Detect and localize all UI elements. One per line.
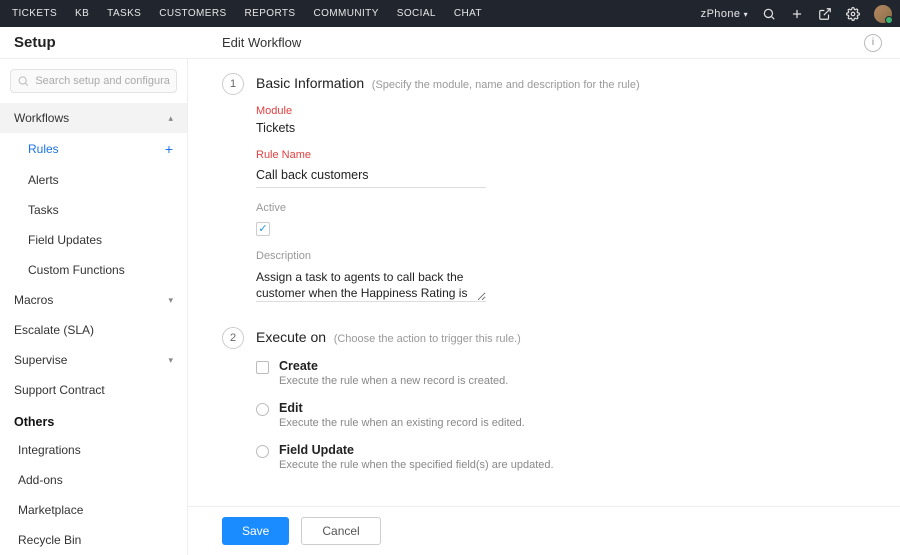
tenant-switcher[interactable]: zPhone ▾	[701, 8, 748, 20]
active-label: Active	[256, 202, 486, 214]
topnav: TICKETS KB TASKS CUSTOMERS REPORTS COMMU…	[12, 8, 482, 19]
sidebar-item-integrations[interactable]: Integrations	[0, 435, 187, 465]
option-title: Edit	[279, 401, 525, 415]
option-title: Field Update	[279, 443, 554, 457]
gear-icon[interactable]	[846, 7, 860, 21]
search-icon	[17, 74, 29, 88]
plus-icon[interactable]: +	[165, 141, 173, 157]
nav-group-escalate[interactable]: Escalate (SLA)	[0, 315, 187, 345]
nav-kb[interactable]: KB	[75, 8, 89, 19]
section-title: Execute on	[256, 329, 326, 345]
sidebar: Workflows ▴ Rules + Alerts Tasks Field U…	[0, 59, 188, 555]
search-box[interactable]	[10, 69, 177, 93]
nav-tasks[interactable]: TASKS	[107, 8, 141, 19]
sidebar-item-rules[interactable]: Rules +	[0, 133, 187, 165]
sidebar-item-field-updates[interactable]: Field Updates	[0, 225, 187, 255]
radio-edit[interactable]	[256, 403, 269, 416]
option-field-update[interactable]: Field Update Execute the rule when the s…	[256, 443, 554, 471]
step-badge-2: 2	[222, 327, 244, 349]
sidebar-item-alerts[interactable]: Alerts	[0, 165, 187, 195]
chevron-down-icon: ▾	[744, 10, 748, 19]
nav-heading-others: Others	[0, 405, 187, 435]
checkbox-create[interactable]	[256, 361, 269, 374]
option-desc: Execute the rule when a new record is cr…	[279, 375, 508, 387]
setup-title: Setup	[0, 34, 188, 51]
plus-icon[interactable]	[790, 7, 804, 21]
footer-bar: Save Cancel	[188, 506, 900, 555]
rulename-label: Rule Name	[256, 149, 486, 161]
chevron-down-icon: ▾	[168, 355, 173, 366]
section-hint: (Specify the module, name and descriptio…	[372, 79, 640, 91]
nav-reports[interactable]: REPORTS	[245, 8, 296, 19]
nav-group-support-contract[interactable]: Support Contract	[0, 375, 187, 405]
section-basic-info: 1 Basic Information (Specify the module,…	[222, 73, 900, 305]
external-link-icon[interactable]	[818, 7, 832, 21]
chevron-up-icon: ▴	[168, 113, 173, 124]
sidebar-item-custom-functions[interactable]: Custom Functions	[0, 255, 187, 285]
option-create[interactable]: Create Execute the rule when a new recor…	[256, 359, 554, 387]
section-title: Basic Information	[256, 75, 364, 91]
option-title: Create	[279, 359, 508, 373]
module-value: Tickets	[256, 121, 486, 135]
nav-group-workflows[interactable]: Workflows ▴	[0, 103, 187, 133]
option-edit[interactable]: Edit Execute the rule when an existing r…	[256, 401, 554, 429]
nav-tickets[interactable]: TICKETS	[12, 8, 57, 19]
save-button[interactable]: Save	[222, 517, 289, 545]
section-hint: (Choose the action to trigger this rule.…	[334, 333, 521, 345]
search-input[interactable]	[35, 75, 170, 87]
subheader: Setup Edit Workflow i	[0, 27, 900, 59]
radio-field-update[interactable]	[256, 445, 269, 458]
nav-chat[interactable]: CHAT	[454, 8, 482, 19]
cancel-button[interactable]: Cancel	[301, 517, 380, 545]
page-title: Edit Workflow	[188, 35, 301, 50]
description-label: Description	[256, 250, 486, 262]
topbar: TICKETS KB TASKS CUSTOMERS REPORTS COMMU…	[0, 0, 900, 27]
section-execute-on: 2 Execute on (Choose the action to trigg…	[222, 327, 900, 471]
description-textarea[interactable]	[256, 266, 486, 302]
search-icon[interactable]	[762, 7, 776, 21]
sidebar-item-recycle-bin[interactable]: Recycle Bin	[0, 525, 187, 555]
step-badge-1: 1	[222, 73, 244, 95]
sidebar-item-addons[interactable]: Add-ons	[0, 465, 187, 495]
sidebar-item-marketplace[interactable]: Marketplace	[0, 495, 187, 525]
chevron-down-icon: ▾	[168, 295, 173, 306]
nav-social[interactable]: SOCIAL	[397, 8, 436, 19]
nav-group-supervise[interactable]: Supervise▾	[0, 345, 187, 375]
nav-community[interactable]: COMMUNITY	[314, 8, 379, 19]
main: 1 Basic Information (Specify the module,…	[188, 59, 900, 555]
nav-customers[interactable]: CUSTOMERS	[159, 8, 226, 19]
option-desc: Execute the rule when an existing record…	[279, 417, 525, 429]
active-checkbox[interactable]: ✓	[256, 222, 270, 236]
info-icon[interactable]: i	[864, 34, 882, 52]
rulename-input[interactable]	[256, 165, 486, 188]
sidebar-item-tasks[interactable]: Tasks	[0, 195, 187, 225]
module-label: Module	[256, 105, 486, 117]
avatar[interactable]	[874, 5, 892, 23]
nav-group-macros[interactable]: Macros▾	[0, 285, 187, 315]
option-desc: Execute the rule when the specified fiel…	[279, 459, 554, 471]
